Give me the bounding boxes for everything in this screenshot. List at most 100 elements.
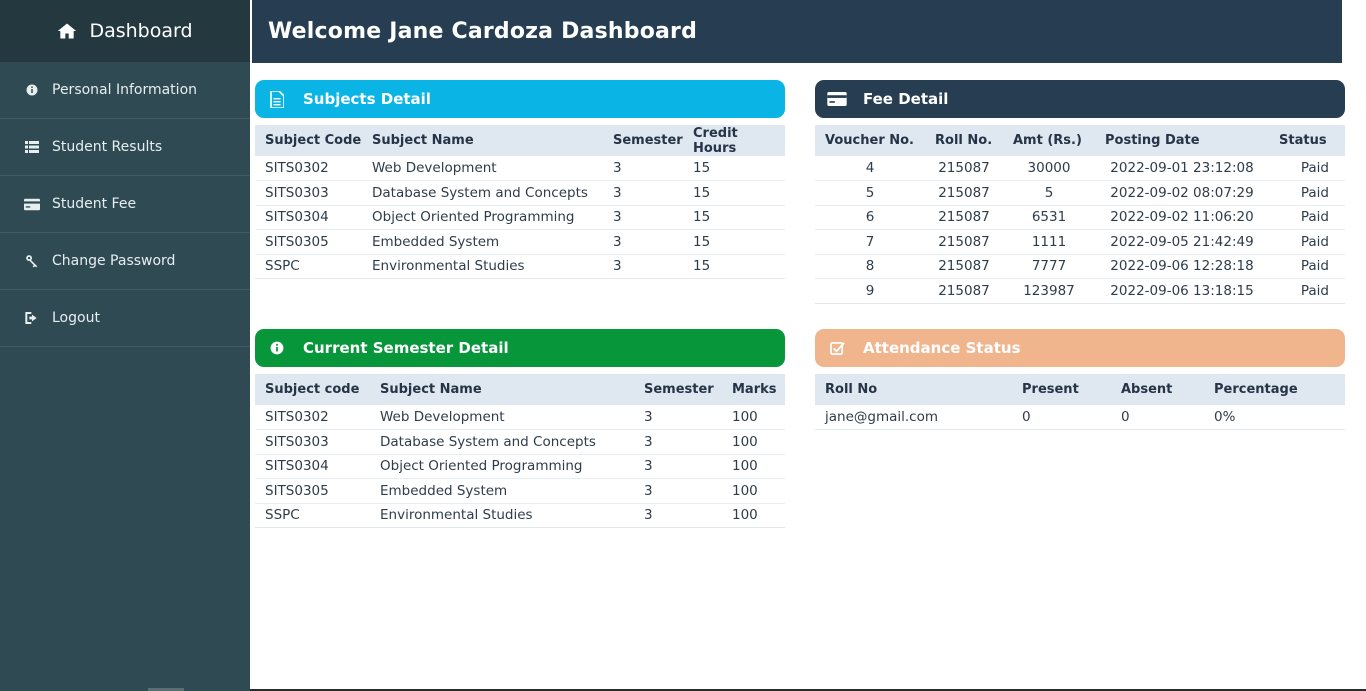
column-header: Status xyxy=(1279,133,1327,148)
table-cell: 5 xyxy=(1003,180,1095,206)
table-cell: SITS0302 xyxy=(255,156,362,181)
table-cell: Paid xyxy=(1269,278,1345,304)
sidebar-item-label: Student Results xyxy=(52,139,163,155)
table-cell: SSPC xyxy=(255,503,370,528)
column-header: Subject Name xyxy=(380,382,482,397)
current-semester-title: Current Semester Detail xyxy=(303,339,509,357)
table-cell: 15 xyxy=(683,205,785,230)
table-row: SITS0303 Database System and Concepts 3 … xyxy=(255,429,785,455)
credit-card-icon xyxy=(24,196,40,212)
table-cell: Paid xyxy=(1269,254,1345,279)
sidebar-item-label: Student Fee xyxy=(52,196,137,212)
sidebar-brand[interactable]: Dashboard xyxy=(0,0,250,62)
table-cell: 15 xyxy=(683,180,785,206)
sidebar-item-personal-information[interactable]: Personal Information xyxy=(0,62,250,119)
table-cell: 3 xyxy=(634,405,722,430)
table-row: 7 215087 1111 2022-09-05 21:42:49 Paid xyxy=(815,229,1345,255)
info-icon xyxy=(267,338,287,358)
table-row: 9 215087 123987 2022-09-06 13:18:15 Paid xyxy=(815,278,1345,304)
table-cell: jane@gmail.com xyxy=(815,405,1012,430)
table-cell: Paid xyxy=(1269,205,1345,230)
column-header: Roll No. xyxy=(935,133,993,148)
table-cell: 6531 xyxy=(1003,205,1095,230)
brand-label: Dashboard xyxy=(89,20,193,42)
table-cell: 215087 xyxy=(925,278,1003,304)
table-cell: 0% xyxy=(1204,405,1345,430)
table-cell: SITS0305 xyxy=(255,478,370,504)
table-cell: 9 xyxy=(815,278,925,304)
sidebar-item-logout[interactable]: Logout xyxy=(0,290,250,347)
table-cell: 3 xyxy=(603,205,683,230)
sidebar-item-student-fee[interactable]: Student Fee xyxy=(0,176,250,233)
subjects-detail-panel: Subjects Detail Subject Code Subject Nam… xyxy=(255,80,785,279)
table-cell: 3 xyxy=(634,478,722,504)
table-cell: 3 xyxy=(603,180,683,206)
table-row: SITS0302 Web Development 3 100 xyxy=(255,405,785,430)
sidebar-item-label: Logout xyxy=(52,310,100,326)
table-cell: Database System and Concepts xyxy=(362,180,603,206)
table-row: SITS0304 Object Oriented Programming 3 1… xyxy=(255,205,785,230)
table-cell: 3 xyxy=(603,229,683,255)
fee-table: Voucher No. Roll No. Amt (Rs.) Posting D… xyxy=(815,125,1345,304)
table-cell: Paid xyxy=(1269,229,1345,255)
sidebar-item-change-password[interactable]: Change Password xyxy=(0,233,250,290)
column-header: Marks xyxy=(732,382,777,397)
table-cell: 2022-09-02 08:07:29 xyxy=(1095,180,1269,206)
table-cell: 3 xyxy=(634,503,722,528)
table-cell: 215087 xyxy=(925,156,1003,181)
table-cell: SITS0303 xyxy=(255,429,370,455)
subjects-detail-title: Subjects Detail xyxy=(303,90,431,108)
table-cell: SITS0304 xyxy=(255,454,370,479)
table-cell: 8 xyxy=(815,254,925,279)
column-header: Semester xyxy=(613,133,683,148)
column-header: Subject Code xyxy=(265,133,362,148)
subjects-detail-header: Subjects Detail xyxy=(255,80,785,118)
column-header: Subject Name xyxy=(372,133,474,148)
table-cell: Embedded System xyxy=(362,229,603,255)
table-row: SSPC Environmental Studies 3 15 xyxy=(255,254,785,279)
table-cell: 2022-09-01 23:12:08 xyxy=(1095,156,1269,181)
table-cell: 2022-09-06 13:18:15 xyxy=(1095,278,1269,304)
table-row: SITS0303 Database System and Concepts 3 … xyxy=(255,180,785,206)
column-header: Amt (Rs.) xyxy=(1013,133,1082,148)
table-row: SSPC Environmental Studies 3 100 xyxy=(255,503,785,528)
column-header: Subject code xyxy=(265,382,360,397)
table-cell: Database System and Concepts xyxy=(370,429,634,455)
fee-detail-header: Fee Detail xyxy=(815,80,1345,118)
info-icon xyxy=(24,82,40,98)
table-cell: 0 xyxy=(1012,405,1111,430)
table-row: SITS0302 Web Development 3 15 xyxy=(255,156,785,181)
table-cell: 2022-09-05 21:42:49 xyxy=(1095,229,1269,255)
table-cell: 4 xyxy=(815,156,925,181)
table-cell: 3 xyxy=(634,454,722,479)
table-cell: 15 xyxy=(683,156,785,181)
table-cell: 100 xyxy=(722,429,785,455)
table-header-row: Subject Code Subject Name Semester Credi… xyxy=(255,125,785,156)
table-cell: Environmental Studies xyxy=(362,254,603,279)
table-row: jane@gmail.com 0 0 0% xyxy=(815,405,1345,430)
column-header: Credit Hours xyxy=(693,125,738,156)
attendance-table: Roll No Present Absent Percentage jane@g… xyxy=(815,374,1345,430)
page-header: Welcome Jane Cardoza Dashboard xyxy=(252,0,1342,63)
credit-card-icon xyxy=(827,89,847,109)
column-header: Roll No xyxy=(825,382,878,397)
sidebar-item-label: Personal Information xyxy=(52,82,198,98)
key-icon xyxy=(24,253,40,269)
column-header: Posting Date xyxy=(1105,133,1200,148)
table-cell: 3 xyxy=(603,156,683,181)
table-header-row: Voucher No. Roll No. Amt (Rs.) Posting D… xyxy=(815,125,1345,156)
sidebar-item-student-results[interactable]: Student Results xyxy=(0,119,250,176)
sidebar: Dashboard Personal Information Student R… xyxy=(0,0,250,691)
table-cell: 215087 xyxy=(925,254,1003,279)
table-cell: 30000 xyxy=(1003,156,1095,181)
table-cell: 15 xyxy=(683,229,785,255)
column-header: Semester xyxy=(644,382,714,397)
home-icon xyxy=(58,23,77,39)
current-semester-panel: Current Semester Detail Subject code Sub… xyxy=(255,329,785,528)
table-cell: Environmental Studies xyxy=(370,503,634,528)
document-icon xyxy=(267,89,287,109)
table-cell: 100 xyxy=(722,405,785,430)
sidebar-item-label: Change Password xyxy=(52,253,176,269)
table-cell: Paid xyxy=(1269,156,1345,181)
column-header: Absent xyxy=(1121,382,1173,397)
